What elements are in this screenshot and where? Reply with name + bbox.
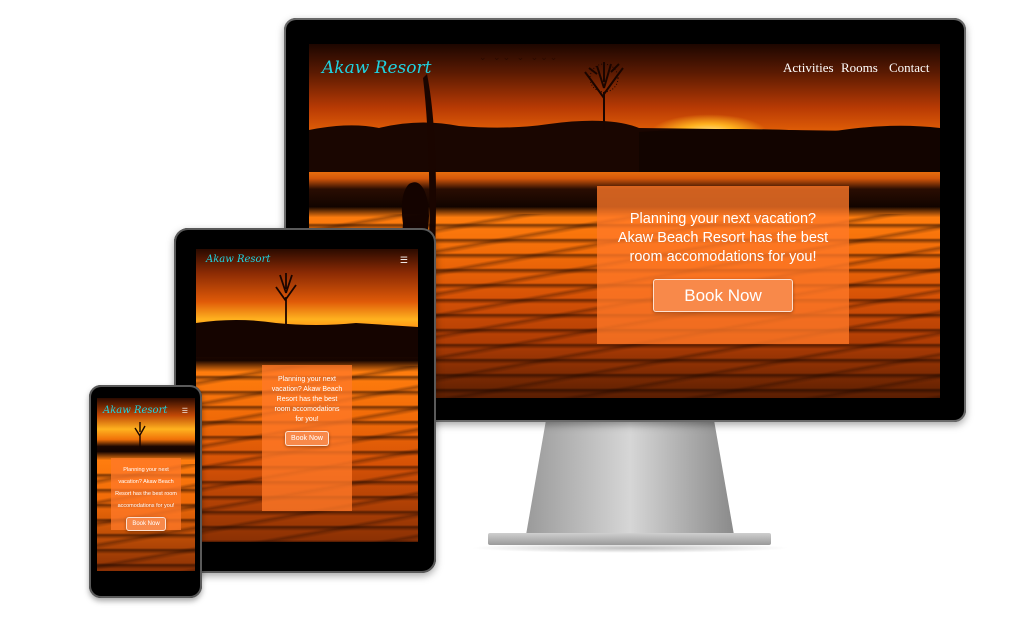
tree-silhouette [584,62,624,130]
hero-panel: Planning your next vacation? Akaw Beach … [111,458,181,531]
book-now-button[interactable]: Book Now [126,517,166,531]
phone-screen: Akaw Resort ☰ Planning your next vacatio… [97,398,195,571]
hero-message: Planning your next vacation? Akaw Beach … [617,211,829,265]
horizon-hills [196,320,418,357]
birds: ⌄ ⌄⌄ ⌄ ⌄⌄⌄ [479,52,560,62]
brand-logo[interactable]: Akaw Resort [103,405,167,416]
nav-item-rooms[interactable]: Rooms [841,60,878,76]
brand-logo[interactable]: Akaw Resort [322,58,431,78]
hero-panel: Planning your next vacation? Akaw Beach … [262,365,352,511]
nav-item-contact[interactable]: Contact [889,60,929,76]
nav-item-activities[interactable]: Activities [783,60,834,76]
monitor-stand [526,420,734,535]
tablet-screen: Akaw Resort ☰ Planning your next vacatio… [196,249,418,542]
hamburger-icon[interactable]: ☰ [182,407,188,415]
brand-logo[interactable]: Akaw Resort [206,254,270,265]
hamburger-icon[interactable]: ☰ [400,255,408,266]
monitor-base [488,533,771,545]
hero-message: Planning your next vacation? Akaw Beach … [271,376,343,423]
book-now-button[interactable]: Book Now [653,279,793,312]
hero-message: Planning your next vacation? Akaw Beach … [115,467,177,509]
hero-panel: Planning your next vacation? Akaw Beach … [597,186,849,344]
tree-silhouette [275,273,297,327]
tree-silhouette [134,422,146,450]
book-now-button[interactable]: Book Now [285,431,329,446]
